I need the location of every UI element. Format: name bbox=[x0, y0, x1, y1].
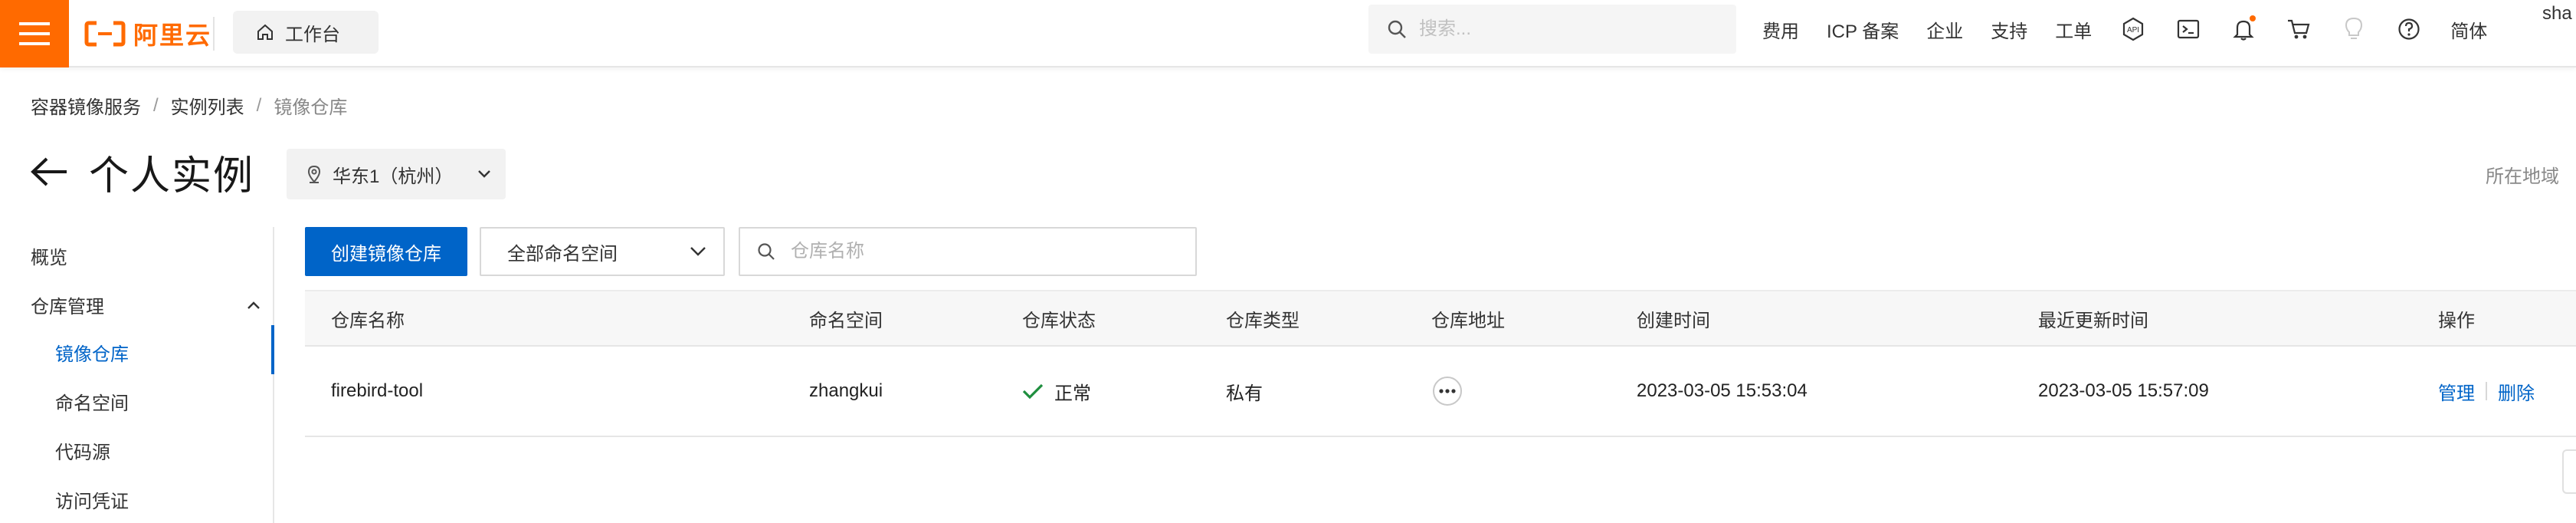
column-header-updated: 最近更新时间 bbox=[2038, 310, 2148, 331]
cart-icon[interactable] bbox=[2285, 15, 2312, 43]
notification-dot bbox=[2250, 15, 2256, 21]
topbar-nav: 费用 ICP 备案 企业 支持 工单 API 简体 bbox=[1762, 0, 2515, 58]
repo-type: 私有 bbox=[1226, 383, 1263, 404]
repo-created-time: 2023-03-05 15:53:04 bbox=[1637, 380, 1807, 401]
breadcrumb-separator: / bbox=[256, 94, 262, 116]
api-icon[interactable]: API bbox=[2119, 15, 2147, 43]
sidebar-item-access-credentials[interactable]: 访问凭证 bbox=[55, 486, 129, 513]
create-repo-button[interactable]: 创建镜像仓库 bbox=[305, 227, 467, 276]
sidebar-item-image-repos[interactable]: 镜像仓库 bbox=[55, 339, 129, 366]
namespace-select[interactable]: 全部命名空间 bbox=[480, 227, 725, 276]
region-location-label: 所在地域 bbox=[2486, 166, 2559, 187]
aliyun-logo[interactable]: 阿里云 bbox=[84, 14, 211, 54]
svg-text:API: API bbox=[2127, 26, 2139, 35]
breadcrumb-item-instances[interactable]: 实例列表 bbox=[171, 92, 244, 119]
nav-icp[interactable]: ICP 备案 bbox=[1827, 16, 1899, 43]
breadcrumb-item-service[interactable]: 容器镜像服务 bbox=[31, 92, 141, 119]
table-header-row: 仓库名称 命名空间 仓库状态 仓库类型 仓库地址 创建时间 最近更新时间 操作 bbox=[305, 290, 2576, 347]
repo-name-link[interactable]: firebird-tool bbox=[331, 347, 423, 436]
repo-status: 正常 bbox=[1022, 347, 1091, 436]
action-separator bbox=[2486, 382, 2487, 400]
topbar-divider bbox=[213, 17, 215, 51]
repo-search-input[interactable] bbox=[791, 241, 1174, 262]
breadcrumb-separator: / bbox=[153, 94, 159, 116]
column-header-address: 仓库地址 bbox=[1431, 310, 1505, 331]
home-icon bbox=[257, 24, 273, 40]
delete-link[interactable]: 删除 bbox=[2498, 378, 2535, 405]
global-search-input[interactable] bbox=[1419, 18, 1710, 40]
column-header-status: 仓库状态 bbox=[1022, 310, 1096, 331]
language-switch[interactable]: 简体 bbox=[2450, 16, 2487, 43]
floating-side-tab[interactable] bbox=[2562, 449, 2576, 494]
back-arrow-icon[interactable] bbox=[28, 150, 70, 193]
repo-updated-time: 2023-03-05 15:57:09 bbox=[2038, 380, 2209, 401]
more-icon[interactable] bbox=[1433, 377, 1462, 406]
logo-text: 阿里云 bbox=[133, 21, 212, 49]
bell-icon[interactable] bbox=[2230, 15, 2257, 43]
check-icon bbox=[1022, 383, 1044, 400]
repo-table: 仓库名称 命名空间 仓库状态 仓库类型 仓库地址 创建时间 最近更新时间 操作 … bbox=[305, 290, 2576, 437]
top-navigation-bar: 阿里云 工作台 费用 ICP 备案 企业 支持 工单 API bbox=[0, 0, 2576, 67]
column-header-name: 仓库名称 bbox=[331, 310, 405, 331]
sidebar-item-code-source[interactable]: 代码源 bbox=[55, 437, 110, 464]
chevron-down-icon bbox=[690, 247, 706, 256]
sidebar-group-repo-management[interactable]: 仓库管理 bbox=[31, 291, 261, 318]
repo-namespace: zhangkui bbox=[809, 380, 883, 401]
sidebar-group-label: 仓库管理 bbox=[31, 297, 104, 317]
column-header-type: 仓库类型 bbox=[1226, 310, 1299, 331]
aliyun-logo-mark bbox=[84, 21, 126, 47]
terminal-icon[interactable] bbox=[2175, 15, 2202, 43]
namespace-select-value: 全部命名空间 bbox=[507, 243, 618, 265]
column-header-created: 创建时间 bbox=[1637, 310, 1710, 331]
workbench-button[interactable]: 工作台 bbox=[233, 11, 379, 54]
repo-status-text: 正常 bbox=[1054, 383, 1091, 404]
sidebar-item-namespaces[interactable]: 命名空间 bbox=[55, 388, 129, 415]
sidebar: 概览 仓库管理 镜像仓库 命名空间 代码源 访问凭证 bbox=[0, 227, 274, 523]
breadcrumb: 容器镜像服务 / 实例列表 / 镜像仓库 bbox=[31, 92, 347, 119]
nav-enterprise[interactable]: 企业 bbox=[1926, 16, 1963, 43]
region-value: 华东1（杭州） bbox=[333, 166, 454, 187]
nav-billing[interactable]: 费用 bbox=[1762, 16, 1799, 43]
menu-icon[interactable] bbox=[0, 0, 69, 67]
column-header-actions: 操作 bbox=[2438, 310, 2475, 331]
repo-actions: 管理 删除 bbox=[2438, 347, 2535, 436]
location-pin-icon bbox=[307, 165, 321, 183]
page-header: 个人实例 bbox=[28, 147, 254, 199]
chevron-down-icon bbox=[478, 170, 491, 178]
repo-address bbox=[1433, 347, 1462, 436]
chevron-up-icon bbox=[247, 301, 260, 309]
page-title: 个人实例 bbox=[89, 153, 255, 199]
help-icon[interactable] bbox=[2395, 15, 2423, 43]
lightbulb-icon[interactable] bbox=[2340, 15, 2368, 43]
manage-link[interactable]: 管理 bbox=[2438, 378, 2475, 405]
region-select[interactable]: 华东1（杭州） bbox=[287, 149, 506, 199]
workbench-label: 工作台 bbox=[285, 24, 340, 45]
search-icon bbox=[758, 243, 775, 260]
table-row: firebird-tool zhangkui 正常 私有 2023-03-05 … bbox=[305, 347, 2576, 437]
breadcrumb-item-current: 镜像仓库 bbox=[274, 97, 348, 118]
search-icon bbox=[1388, 20, 1406, 38]
user-account[interactable]: sha bbox=[2542, 3, 2572, 25]
global-search[interactable] bbox=[1368, 5, 1736, 54]
nav-support[interactable]: 支持 bbox=[1991, 16, 2027, 43]
sidebar-item-overview[interactable]: 概览 bbox=[31, 242, 67, 269]
nav-ticket[interactable]: 工单 bbox=[2055, 16, 2092, 43]
column-header-namespace: 命名空间 bbox=[809, 310, 883, 331]
sidebar-active-indicator bbox=[271, 325, 274, 374]
repo-search[interactable] bbox=[739, 227, 1197, 276]
